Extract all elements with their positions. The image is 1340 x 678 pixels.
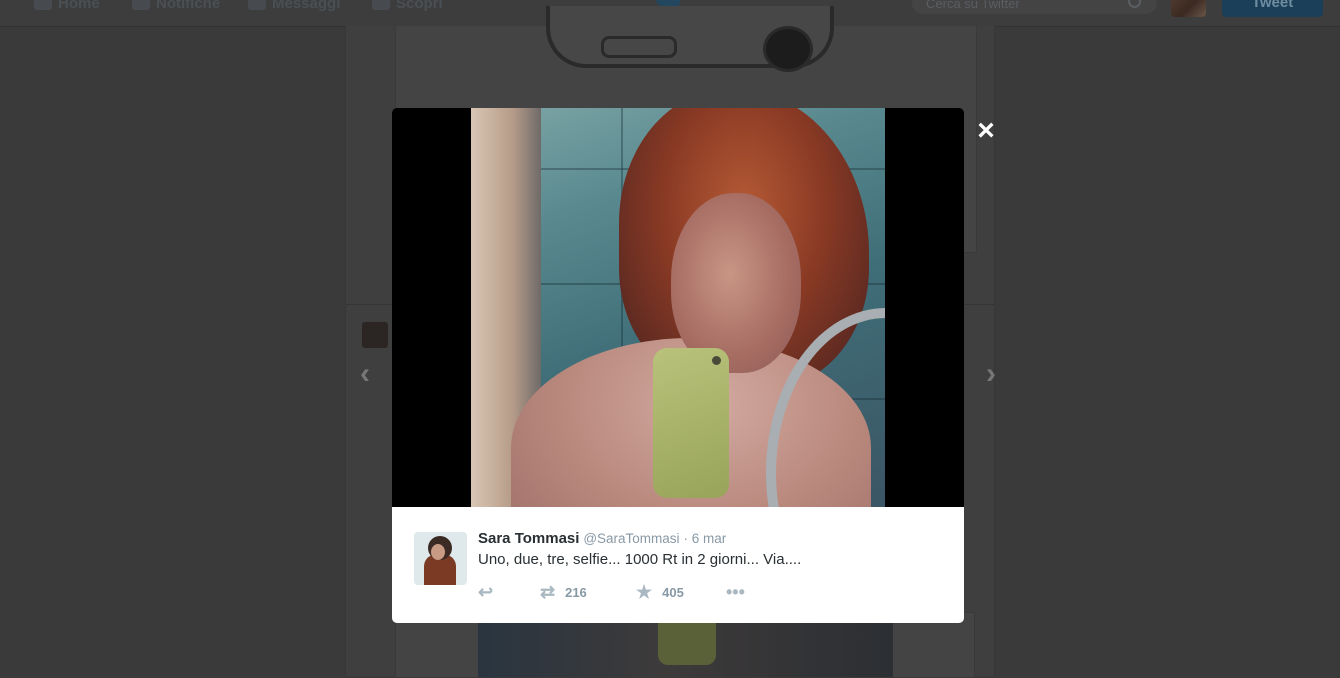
- reply-button[interactable]: ↩: [478, 581, 493, 603]
- tweet-timestamp[interactable]: · 6 mar: [683, 531, 726, 546]
- compose-tweet-button[interactable]: Tweet: [1222, 0, 1323, 17]
- nav-messages[interactable]: Messaggi: [248, 0, 340, 13]
- media-stage: [392, 108, 964, 507]
- background-tweet-avatar: [362, 322, 388, 348]
- tweet-photo[interactable]: [471, 108, 885, 507]
- retweet-count: 216: [565, 584, 587, 600]
- chevron-right-icon: ›: [986, 357, 996, 390]
- more-dots-icon: •••: [726, 582, 745, 602]
- tweet-text: Uno, due, tre, selfie... 1000 Rt in 2 gi…: [478, 551, 802, 568]
- media-modal: Sara Tommasi @SaraTommasi · 6 mar Uno, d…: [392, 108, 964, 623]
- tweet-actions: ↩ ⇄ 216 ★ 405 •••: [478, 581, 778, 603]
- tweet-details: Sara Tommasi @SaraTommasi · 6 mar Uno, d…: [392, 507, 964, 623]
- nav-home-label: Home: [58, 0, 100, 12]
- watch-crown-shape: [763, 26, 813, 72]
- favorite-button[interactable]: ★ 405: [636, 581, 684, 603]
- search-icon[interactable]: [1128, 0, 1141, 8]
- next-media-button[interactable]: ›: [980, 359, 1002, 389]
- search-placeholder: Cerca su Twitter: [926, 0, 1020, 11]
- camera-lens-shape: [712, 356, 721, 365]
- more-button[interactable]: •••: [726, 581, 745, 603]
- tweet-header: Sara Tommasi @SaraTommasi · 6 mar: [478, 530, 726, 547]
- nav-home[interactable]: Home: [34, 0, 100, 13]
- avatar-face-shape: [431, 544, 445, 560]
- star-icon: ★: [636, 582, 653, 602]
- author-fullname[interactable]: Sara Tommasi: [478, 530, 579, 547]
- retweet-button[interactable]: ⇄ 216: [540, 581, 587, 603]
- hashtag-icon: [372, 0, 390, 10]
- compose-tweet-label: Tweet: [1251, 0, 1294, 11]
- close-icon: ×: [977, 114, 995, 147]
- notifications-icon: [132, 0, 150, 10]
- face-shape: [671, 193, 801, 373]
- search-input[interactable]: Cerca su Twitter: [912, 0, 1157, 14]
- phone-shape: [653, 348, 729, 498]
- previous-media-button[interactable]: ‹: [354, 359, 376, 389]
- author-username[interactable]: @SaraTommasi: [583, 531, 679, 546]
- nav-notifications[interactable]: Notifiche: [132, 0, 220, 13]
- reply-icon: ↩: [478, 582, 494, 602]
- watch-button-shape: [601, 36, 677, 58]
- retweet-icon: ⇄: [540, 582, 556, 602]
- close-modal-button[interactable]: ×: [974, 116, 998, 146]
- avatar[interactable]: [414, 532, 467, 585]
- account-avatar[interactable]: [1171, 0, 1206, 17]
- nav-messages-label: Messaggi: [272, 0, 341, 12]
- home-icon: [34, 0, 52, 10]
- nav-discover-label: Scopri: [396, 0, 443, 12]
- nav-discover[interactable]: Scopri: [372, 0, 443, 13]
- nav-notifications-label: Notifiche: [156, 0, 221, 12]
- favorite-count: 405: [662, 584, 684, 600]
- chevron-left-icon: ‹: [360, 357, 370, 390]
- messages-icon: [248, 0, 266, 10]
